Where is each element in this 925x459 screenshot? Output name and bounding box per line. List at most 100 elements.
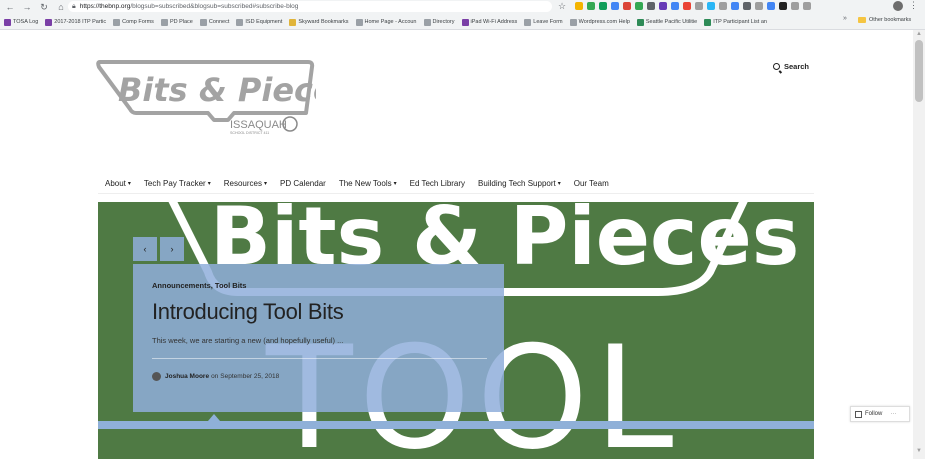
post-date: September 25, 2018 xyxy=(220,373,280,380)
extension-icon[interactable] xyxy=(599,2,607,10)
bookmark-star-icon[interactable]: ☆ xyxy=(558,1,566,12)
bookmark-favicon-icon xyxy=(289,18,297,26)
bookmark-favicon-icon xyxy=(423,18,431,26)
post-title[interactable]: Introducing Tool Bits xyxy=(152,299,485,325)
extension-icon[interactable] xyxy=(695,2,703,10)
extension-icon[interactable] xyxy=(587,2,595,10)
bookmark-favicon-icon xyxy=(236,18,244,26)
browser-menu-icon[interactable]: ⋮ xyxy=(909,0,918,11)
extension-icon[interactable] xyxy=(767,2,775,10)
chevron-down-icon: ▾ xyxy=(127,181,131,187)
bookmark-item[interactable]: Comp Forms xyxy=(113,18,154,26)
back-icon[interactable]: ← xyxy=(3,1,17,13)
bookmarks-overflow-icon[interactable]: » xyxy=(843,15,847,22)
forward-icon[interactable]: → xyxy=(20,1,34,13)
extension-icon[interactable] xyxy=(803,2,811,10)
bookmark-item[interactable]: ITP Participant List an xyxy=(704,18,767,26)
site-logo[interactable]: Bits & Pieces ISSAQUAH SCHOOL DISTRICT 4… xyxy=(96,58,316,136)
bookmark-label: PD Place xyxy=(169,19,193,25)
extension-icon[interactable] xyxy=(659,2,667,10)
bookmark-item[interactable]: PD Place xyxy=(160,18,193,26)
extension-icon[interactable] xyxy=(779,2,787,10)
search-button[interactable]: Search xyxy=(773,62,809,71)
extension-icon[interactable] xyxy=(611,2,619,10)
bookmark-favicon-icon xyxy=(355,18,363,26)
menu-divider xyxy=(98,193,814,194)
reload-icon[interactable]: ↻ xyxy=(37,1,51,13)
follow-more-icon[interactable]: ··· xyxy=(890,411,896,417)
bookmark-label: Skyward Bookmarks xyxy=(298,19,349,25)
bookmark-favicon-icon xyxy=(524,18,532,26)
nav-item-label: Building Tech Support xyxy=(478,179,556,188)
bookmark-item[interactable]: iPad Wi-Fi Address xyxy=(461,18,517,26)
follow-icon xyxy=(855,410,862,418)
home-icon[interactable]: ⌂ xyxy=(54,1,68,13)
nav-item-label: Ed Tech Library xyxy=(409,179,466,188)
bookmark-item[interactable]: Leave Form xyxy=(524,18,563,26)
other-bookmarks[interactable]: Other bookmarks xyxy=(858,17,911,23)
nav-item[interactable]: Building Tech Support ▾ xyxy=(478,179,561,188)
extension-icon[interactable] xyxy=(623,2,631,10)
address-bar[interactable]: 🔒︎ https://thebnp.org/blogsub=subscribed… xyxy=(68,1,552,12)
extension-icon[interactable] xyxy=(731,2,739,10)
nav-item[interactable]: About ▾ xyxy=(105,179,131,188)
bookmark-label: 2017-2018 ITP Partic xyxy=(54,19,107,25)
slider-arrows: ‹ › xyxy=(133,237,184,261)
slide-caption: Announcements, Tool Bits Introducing Too… xyxy=(133,264,504,412)
post-categories[interactable]: Announcements, Tool Bits xyxy=(152,281,485,290)
nav-item-label: The New Tools xyxy=(338,179,392,188)
scroll-down-icon[interactable]: ▼ xyxy=(916,448,922,454)
bookmark-favicon-icon xyxy=(461,18,469,26)
post-author[interactable]: Joshua Moore xyxy=(165,373,209,380)
bookmark-item[interactable]: Home Page - Accoun xyxy=(355,18,417,26)
chevron-down-icon: ▾ xyxy=(207,181,211,187)
bookmark-item[interactable]: Seattle Pacific Utilitie xyxy=(636,18,697,26)
bookmark-label: ITP Participant List an xyxy=(713,19,767,25)
folder-icon xyxy=(858,17,866,23)
bookmark-item[interactable]: TOSA Log xyxy=(4,18,38,26)
bookmark-favicon-icon xyxy=(160,18,168,26)
post-byline: Joshua Moore on September 25, 2018 xyxy=(152,372,485,381)
bookmark-label: Wordpress.com Help xyxy=(578,19,630,25)
follow-widget[interactable]: Follow ··· xyxy=(850,406,910,422)
nav-item[interactable]: PD Calendar xyxy=(280,179,326,188)
bookmark-favicon-icon xyxy=(636,18,644,26)
nav-item-label: Resources xyxy=(223,179,262,188)
bookmark-item[interactable]: Skyward Bookmarks xyxy=(289,18,349,26)
follow-label: Follow xyxy=(865,411,883,417)
nav-item[interactable]: Tech Pay Tracker ▾ xyxy=(144,179,211,188)
slider-indicator xyxy=(208,414,220,421)
scroll-up-icon[interactable]: ▲ xyxy=(916,31,922,37)
profile-avatar[interactable] xyxy=(893,1,903,11)
caption-divider xyxy=(152,358,487,359)
chevron-down-icon: ▾ xyxy=(557,181,561,187)
extension-icon[interactable] xyxy=(707,2,715,10)
bookmark-item[interactable]: Connect xyxy=(199,18,229,26)
extension-icon[interactable] xyxy=(755,2,763,10)
extension-icon[interactable] xyxy=(671,2,679,10)
slider-next-button[interactable]: › xyxy=(160,237,184,261)
page-scrollbar[interactable]: ▲ ▼ xyxy=(913,30,925,459)
extension-icon[interactable] xyxy=(683,2,691,10)
nav-item[interactable]: Ed Tech Library xyxy=(410,179,465,188)
scroll-thumb[interactable] xyxy=(915,40,923,102)
bookmark-item[interactable]: 2017-2018 ITP Partic xyxy=(45,18,107,26)
bookmark-label: Leave Form xyxy=(533,19,563,25)
extension-icon[interactable] xyxy=(647,2,655,10)
search-icon xyxy=(773,63,780,70)
extension-icon[interactable] xyxy=(791,2,799,10)
slider-prev-button[interactable]: ‹ xyxy=(133,237,157,261)
nav-item[interactable]: Resources ▾ xyxy=(224,179,267,188)
extension-icon[interactable] xyxy=(719,2,727,10)
extension-icon[interactable] xyxy=(575,2,583,10)
bookmark-item[interactable]: ISD Equipment xyxy=(236,18,282,26)
logo-text: Bits & Pieces xyxy=(118,71,316,109)
bookmark-item[interactable]: Directory xyxy=(423,18,455,26)
nav-item-label: Our Team xyxy=(573,179,609,188)
hero-bottom-band xyxy=(98,421,814,429)
nav-item[interactable]: The New Tools ▾ xyxy=(339,179,397,188)
nav-item[interactable]: Our Team xyxy=(574,179,609,188)
bookmark-item[interactable]: Wordpress.com Help xyxy=(569,18,630,26)
extension-icon[interactable] xyxy=(635,2,643,10)
extension-icon[interactable] xyxy=(743,2,751,10)
